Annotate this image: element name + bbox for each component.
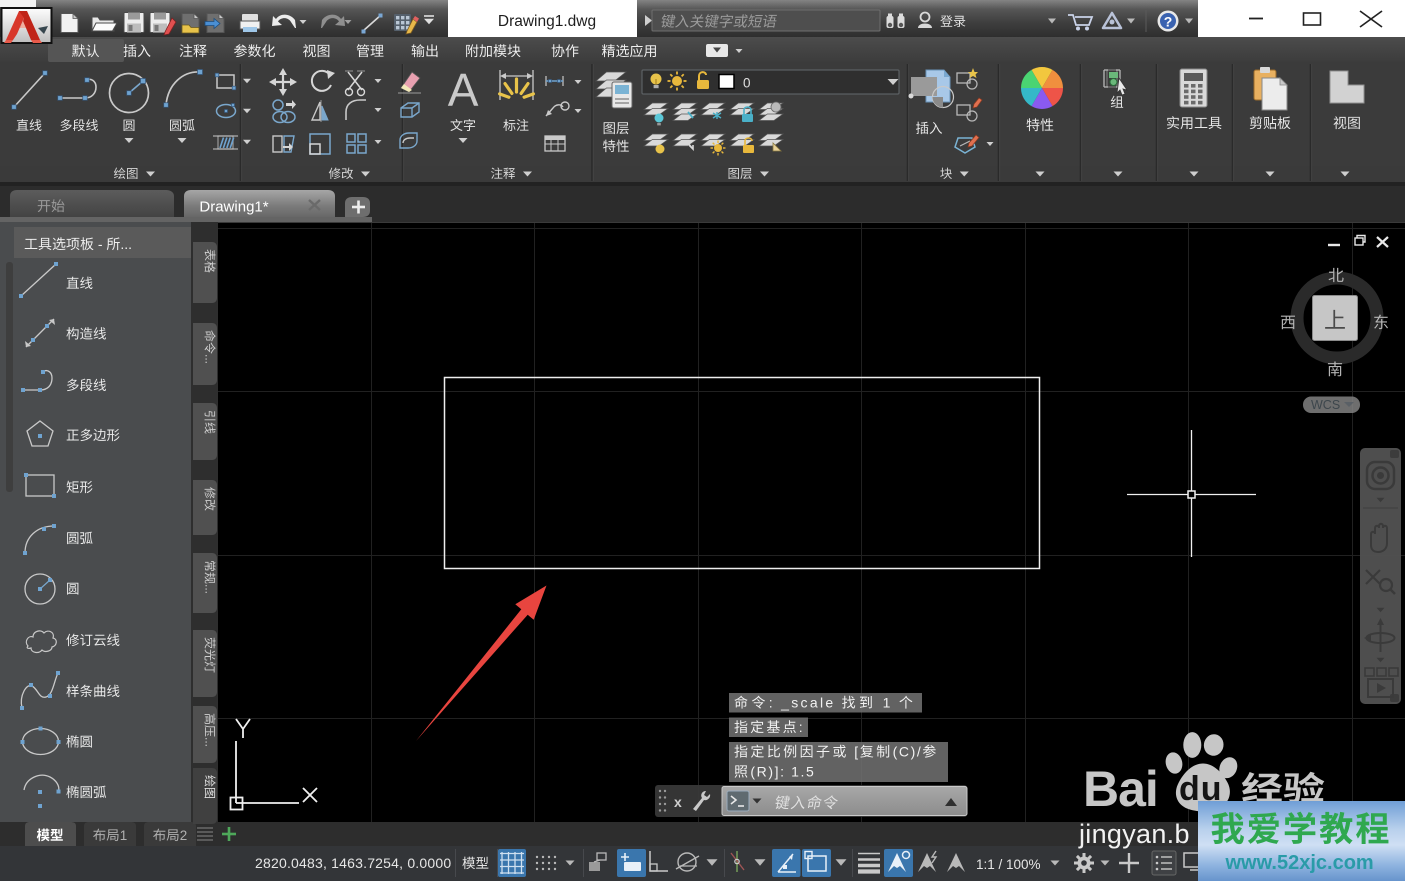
- svg-text:www.52xjc.com: www.52xjc.com: [1225, 852, 1374, 874]
- svg-text:...: ...: [203, 584, 217, 594]
- svg-text:A: A: [448, 64, 479, 116]
- svg-text:: _scale: : _scale: [769, 695, 842, 711]
- svg-text:...: ...: [120, 236, 132, 252]
- svg-text:1: 1: [120, 828, 128, 843]
- svg-text:1:1 / 100%: 1:1 / 100%: [976, 857, 1041, 872]
- svg-text:-: -: [94, 236, 106, 252]
- svg-text:1: 1: [876, 695, 898, 711]
- svg-text:jingyan.b: jingyan.b: [1078, 819, 1190, 849]
- svg-text:...: ...: [203, 354, 217, 364]
- svg-text:x: x: [674, 794, 682, 810]
- svg-text:(R)]: 1.5: (R)]: 1.5: [750, 764, 815, 780]
- svg-text:(C)/: (C)/: [893, 744, 923, 760]
- svg-text:?: ?: [1164, 14, 1173, 30]
- svg-text:WCS: WCS: [1311, 398, 1340, 412]
- svg-text:Bai: Bai: [1083, 761, 1158, 817]
- svg-text::: :: [799, 719, 805, 735]
- svg-text:0: 0: [743, 76, 751, 91]
- svg-text:[: [: [849, 744, 860, 760]
- svg-text:Drawing1*: Drawing1*: [199, 199, 268, 216]
- svg-text:...: ...: [203, 737, 217, 747]
- svg-text:2: 2: [180, 828, 188, 843]
- svg-text:Drawing1.dwg: Drawing1.dwg: [498, 13, 596, 30]
- svg-text:2820.0483, 1463.7254, 0.0000: 2820.0483, 1463.7254, 0.0000: [255, 855, 451, 871]
